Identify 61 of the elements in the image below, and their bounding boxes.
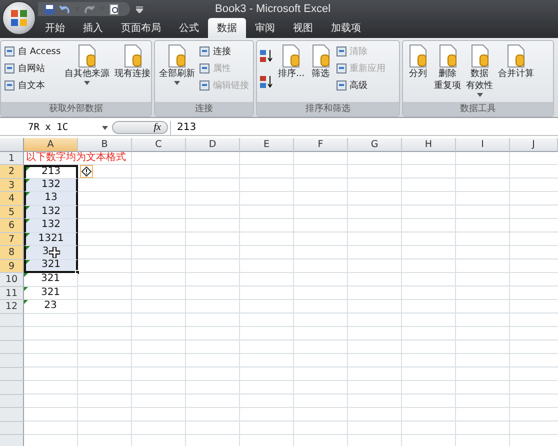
- ribbon-tab[interactable]: 数据: [208, 18, 246, 38]
- row-header[interactable]: 10: [0, 273, 24, 286]
- ribbon-tab[interactable]: 视图: [284, 18, 322, 38]
- ribbon-button[interactable]: 自文本: [4, 79, 61, 92]
- row-header[interactable]: 3: [0, 178, 24, 192]
- row-header[interactable]: 2: [0, 165, 24, 178]
- row-header[interactable]: 5: [0, 206, 24, 219]
- group-label: 连接: [155, 102, 253, 116]
- row-header[interactable]: 9: [0, 260, 24, 273]
- table-cell[interactable]: 132: [24, 206, 78, 219]
- group-label: 获取外部数据: [1, 102, 151, 116]
- group-label: 排序和筛选: [257, 102, 399, 116]
- formula-field[interactable]: 213: [170, 120, 558, 134]
- ribbon-button[interactable]: 自网站: [4, 62, 61, 75]
- row-header[interactable]: 4: [0, 192, 24, 206]
- ribbon-button[interactable]: 删除 重复项: [433, 43, 462, 100]
- ribbon-button[interactable]: 自其他来源: [64, 43, 111, 100]
- table-cell[interactable]: 1321: [24, 232, 78, 246]
- row-header[interactable]: 8: [0, 246, 24, 260]
- table-cell[interactable]: 321: [24, 273, 78, 286]
- column-header[interactable]: H: [402, 138, 456, 152]
- name-box[interactable]: 7R x 1C: [0, 120, 112, 134]
- column-header[interactable]: G: [348, 138, 402, 152]
- ribbon-tab[interactable]: 加载项: [322, 18, 370, 38]
- ribbon-button[interactable]: 排序...: [277, 43, 306, 100]
- ribbon-button[interactable]: 筛选: [308, 43, 333, 100]
- table-cell[interactable]: 3: [24, 246, 78, 260]
- table-cell[interactable]: 132: [24, 178, 78, 192]
- ribbon-button[interactable]: 高级: [336, 79, 386, 92]
- table-cell[interactable]: 321: [24, 260, 78, 273]
- row-header[interactable]: 11: [0, 286, 24, 300]
- ribbon-tab[interactable]: 公式: [170, 18, 208, 38]
- ribbon-button[interactable]: 数据 有效性: [465, 43, 494, 100]
- column-header[interactable]: I: [456, 138, 510, 152]
- ribbon-button[interactable]: 合并计算: [497, 43, 535, 100]
- table-cell[interactable]: 23: [24, 300, 78, 314]
- group-label: 数据工具: [403, 102, 553, 116]
- column-header[interactable]: E: [240, 138, 294, 152]
- ribbon-button[interactable]: 自 Access: [4, 45, 61, 58]
- table-cell[interactable]: 13: [24, 192, 78, 206]
- ribbon-tab[interactable]: 插入: [74, 18, 112, 38]
- ribbon-tab[interactable]: 开始: [36, 18, 74, 38]
- row-header[interactable]: 6: [0, 219, 24, 232]
- ribbon-tab[interactable]: 页面布局: [112, 18, 170, 38]
- column-header[interactable]: B: [78, 138, 132, 152]
- column-header[interactable]: D: [186, 138, 240, 152]
- row-header[interactable]: 12: [0, 300, 24, 314]
- ribbon-button[interactable]: 现有连接: [114, 43, 152, 100]
- ribbon-tab[interactable]: 审阅: [246, 18, 284, 38]
- window-title: Book3 - Microsoft Excel: [215, 3, 331, 15]
- column-header[interactable]: C: [132, 138, 186, 152]
- ribbon-button[interactable]: 分列: [406, 43, 430, 100]
- ribbon-button[interactable]: 全部刷新: [158, 43, 196, 100]
- ribbon-button[interactable]: 连接: [199, 45, 249, 58]
- row-header[interactable]: 1: [0, 152, 24, 165]
- insert-function-button[interactable]: fx: [112, 121, 168, 134]
- table-cell[interactable]: 132: [24, 219, 78, 232]
- column-header[interactable]: F: [294, 138, 348, 152]
- column-header[interactable]: J: [510, 138, 558, 152]
- column-header[interactable]: A: [24, 138, 78, 152]
- row-header[interactable]: 7: [0, 232, 24, 246]
